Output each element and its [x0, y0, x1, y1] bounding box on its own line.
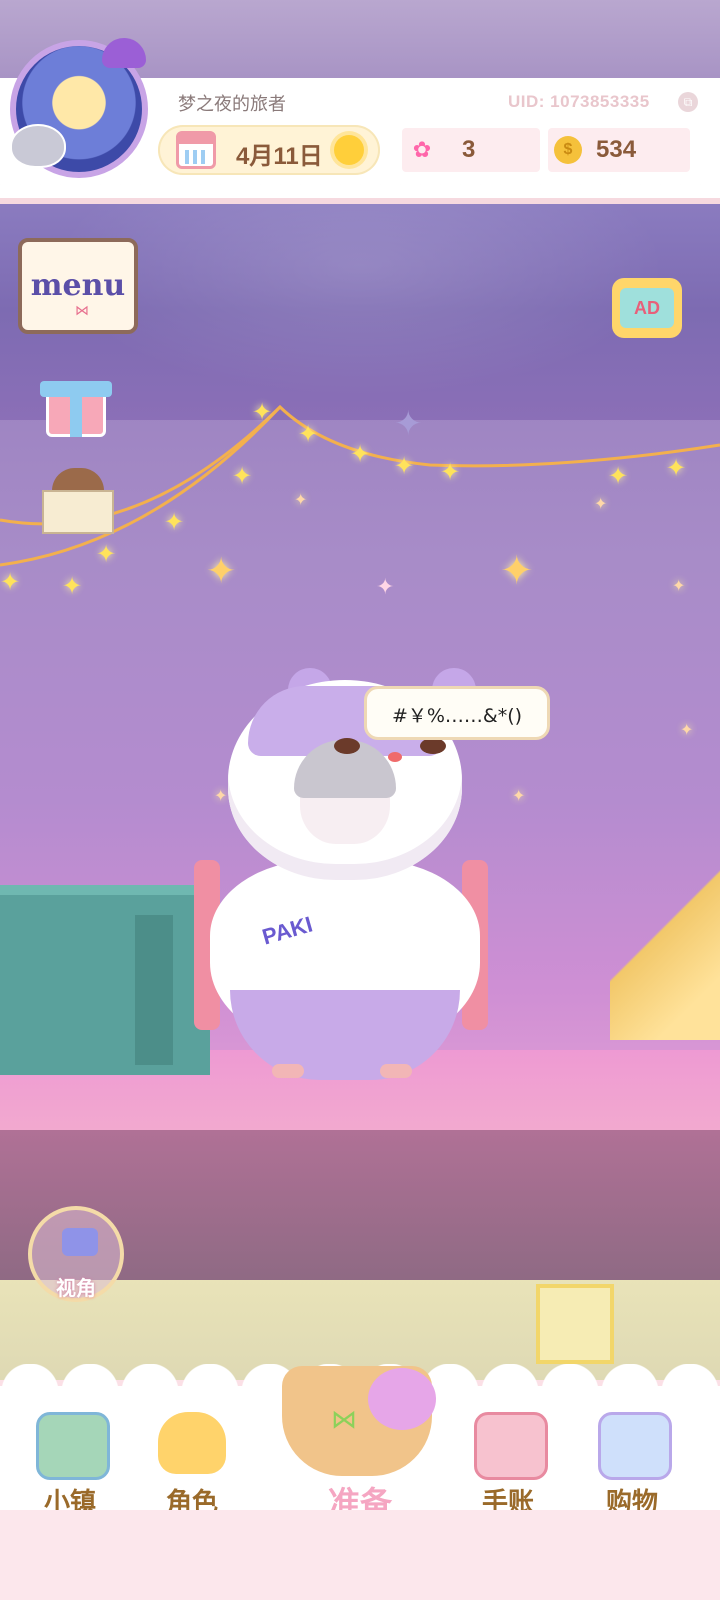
journal-book-icon [474, 1412, 548, 1480]
wall-frame [536, 1284, 614, 1364]
light-star: ✦ [394, 453, 415, 480]
yellow-tent [610, 840, 720, 1040]
copy-icon[interactable]: ⧉ [678, 92, 698, 112]
nav-role[interactable]: 角色 [132, 1404, 252, 1524]
speech-text: #￥%……&*() [391, 705, 523, 727]
light-star: ✦ [350, 441, 371, 468]
deco-star: ✦ [672, 578, 686, 595]
coin-icon: $ [554, 136, 582, 164]
deco-star: ✦ [500, 549, 534, 593]
nav-journal[interactable]: 手账 [448, 1404, 568, 1524]
light-star: ✦ [0, 569, 21, 596]
hat-icon [368, 1368, 436, 1430]
green-bow-icon: ⋈ [331, 1404, 357, 1434]
camera-icon [62, 1228, 98, 1256]
ad-label: AD [620, 288, 674, 328]
deco-star: ✦ [206, 550, 237, 591]
map-icon [36, 1412, 110, 1480]
shopping-bag-icon [598, 1412, 672, 1480]
rainbow-flower-icon: ✿ [412, 137, 432, 162]
character-belly [230, 990, 460, 1080]
ad-button[interactable]: AD [612, 278, 682, 338]
player-uid: UID: 1073853335 [508, 92, 650, 111]
detective-newspaper-button[interactable] [38, 468, 118, 538]
light-star: ✦ [608, 463, 629, 490]
nav-shop[interactable]: 购物 [572, 1404, 692, 1524]
system-bottom-bar [0, 1510, 720, 1600]
deco-star: ✦ [376, 574, 395, 599]
deco-star: ✦ [512, 788, 526, 805]
lace-trim [0, 184, 720, 198]
camera-view-label: 视角 [56, 1278, 96, 1300]
bow-icon: ⋈ [75, 302, 89, 318]
nav-prepare[interactable]: ⋈ 准备 [262, 1346, 458, 1526]
cat-icon [10, 124, 66, 168]
nav-town[interactable]: 小镇 [10, 1404, 130, 1524]
current-date: 4月11日 [236, 143, 323, 170]
date-weather-pill[interactable]: 4月11日 [158, 125, 380, 175]
speech-bubble: #￥%……&*() [364, 686, 550, 740]
deco-star: ✦ [594, 496, 608, 513]
light-star: ✦ [298, 421, 319, 448]
light-star: ✦ [252, 399, 273, 426]
light-star: ✦ [666, 455, 687, 482]
gem-counter[interactable]: ✿ 3 [402, 128, 540, 172]
coin-count: 534 [596, 136, 637, 163]
gift-button[interactable] [40, 375, 112, 441]
light-star: ✦ [96, 541, 117, 568]
calendar-icon [176, 131, 216, 169]
deco-star: ✦ [394, 405, 423, 443]
sun-icon [334, 135, 364, 165]
coin-counter[interactable]: $ 534 [548, 128, 690, 172]
player-name: 梦之夜的旅者 [178, 94, 286, 114]
deco-star: ✦ [294, 492, 308, 509]
gem-count: 3 [462, 136, 476, 163]
light-star: ✦ [440, 459, 461, 486]
character-icon [158, 1412, 226, 1474]
newspaper-icon [42, 490, 114, 534]
menu-button[interactable]: menu ⋈ [18, 238, 138, 334]
menu-label: menu [30, 268, 126, 303]
deco-star: ✦ [680, 722, 694, 739]
light-star: ✦ [232, 463, 253, 490]
camera-view-button[interactable]: 视角 [28, 1206, 124, 1302]
light-star: ✦ [62, 573, 83, 600]
player-avatar[interactable] [10, 38, 148, 178]
light-star: ✦ [164, 509, 185, 536]
